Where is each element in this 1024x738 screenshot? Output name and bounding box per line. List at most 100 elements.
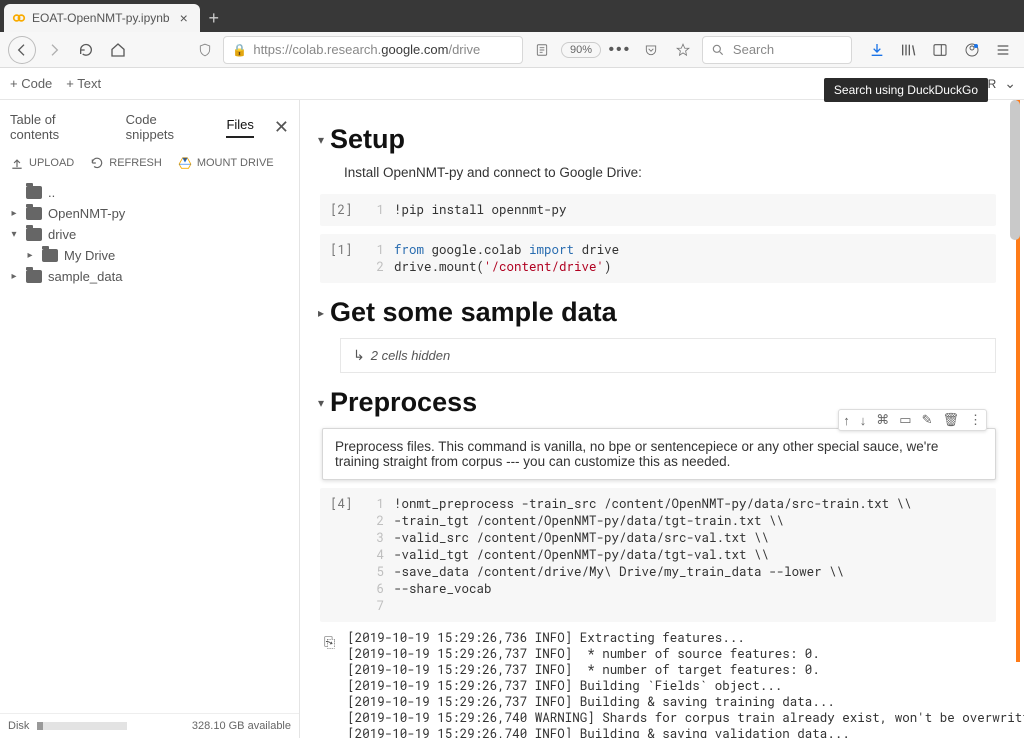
code-cell-1[interactable]: [1] 1from google.colab import drive 2dri… bbox=[320, 234, 996, 283]
code-cell-4[interactable]: [4] 1!onmt_preprocess -train_src /conten… bbox=[320, 488, 996, 622]
bookmark-button[interactable] bbox=[670, 37, 696, 63]
page-actions-button[interactable]: ••• bbox=[607, 37, 633, 63]
reload-button[interactable] bbox=[73, 37, 99, 63]
tree-opennmt[interactable]: ▸OpenNMT-py bbox=[6, 203, 293, 224]
notebook-main[interactable]: ▾ Setup Install OpenNMT-py and connect t… bbox=[300, 100, 1024, 738]
zoom-indicator[interactable]: 90% bbox=[561, 42, 601, 58]
refresh-button[interactable]: REFRESH bbox=[90, 156, 162, 170]
chevron-right-icon[interactable]: ▸ bbox=[24, 250, 36, 261]
folder-icon bbox=[26, 207, 42, 220]
main-scrollbar[interactable] bbox=[1010, 100, 1020, 738]
tab-snippets[interactable]: Code snippets bbox=[126, 112, 207, 142]
hidden-cells-notice[interactable]: ↳ 2 cells hidden bbox=[340, 338, 996, 373]
nav-toolbar: 🔒 https://colab.research.google.com/driv… bbox=[0, 32, 1024, 68]
preprocess-heading: Preprocess bbox=[330, 387, 477, 418]
site-identity-button[interactable] bbox=[192, 37, 218, 63]
file-tree: .. ▸OpenNMT-py ▾drive ▸My Drive ▸sample_… bbox=[0, 180, 299, 289]
folder-icon bbox=[26, 270, 42, 283]
url-text: https://colab.research.google.com/drive bbox=[253, 42, 480, 57]
browser-search-box[interactable]: Search bbox=[702, 36, 852, 64]
search-icon bbox=[711, 43, 725, 57]
browser-tab[interactable]: EOAT-OpenNMT-py.ipynb × bbox=[4, 4, 200, 32]
delete-button[interactable]: 🗑 bbox=[942, 412, 959, 428]
hamburger-icon bbox=[995, 42, 1011, 58]
downloads-button[interactable] bbox=[864, 37, 890, 63]
new-tab-button[interactable]: + bbox=[200, 4, 228, 32]
output-toggle-icon[interactable]: ⎘ bbox=[324, 630, 335, 738]
pocket-icon bbox=[644, 43, 658, 57]
url-bar[interactable]: 🔒 https://colab.research.google.com/driv… bbox=[223, 36, 523, 64]
folder-icon bbox=[42, 249, 58, 262]
star-icon bbox=[676, 43, 690, 57]
code-cell-2[interactable]: [2] 1!pip install opennmt-py bbox=[320, 194, 996, 226]
home-icon bbox=[110, 42, 126, 58]
tree-up[interactable]: .. bbox=[6, 182, 293, 203]
disk-usage-bar bbox=[37, 722, 127, 730]
drive-icon bbox=[178, 156, 192, 170]
link-button[interactable]: ⌘ bbox=[876, 412, 889, 428]
corner-arrow-icon: ↳ bbox=[353, 347, 365, 364]
mount-drive-button[interactable]: MOUNT DRIVE bbox=[178, 156, 274, 170]
menu-button[interactable] bbox=[990, 37, 1016, 63]
download-icon bbox=[869, 42, 885, 58]
home-button[interactable] bbox=[105, 37, 131, 63]
tree-drive[interactable]: ▾drive bbox=[6, 224, 293, 245]
disk-status: Disk 328.10 GB available bbox=[0, 713, 299, 738]
setup-paragraph: Install OpenNMT-py and connect to Google… bbox=[344, 165, 996, 180]
session-menu-button[interactable]: ⌄ bbox=[1004, 75, 1016, 92]
pocket-button[interactable] bbox=[639, 37, 665, 63]
section-sampledata[interactable]: ▸ Get some sample data bbox=[318, 297, 996, 328]
search-placeholder: Search bbox=[733, 42, 774, 57]
collapse-toggle-icon[interactable]: ▾ bbox=[318, 133, 324, 147]
comment-button[interactable]: ▭ bbox=[899, 412, 911, 428]
add-text-button[interactable]: + Text bbox=[66, 76, 101, 91]
sidebar-toggle-button[interactable] bbox=[927, 37, 953, 63]
chevron-right-icon[interactable]: ▸ bbox=[8, 208, 20, 219]
lock-icon: 🔒 bbox=[232, 43, 247, 57]
upload-button[interactable]: UPLOAD bbox=[10, 156, 74, 170]
folder-icon bbox=[26, 228, 42, 241]
tab-strip: EOAT-OpenNMT-py.ipynb × + bbox=[0, 0, 1024, 32]
tab-toc[interactable]: Table of contents bbox=[10, 112, 106, 142]
markdown-cell-preprocess[interactable]: ↑ ↓ ⌘ ▭ ✎ 🗑 ⋮ Preprocess files. This com… bbox=[322, 428, 996, 480]
chevron-down-icon[interactable]: ▾ bbox=[8, 229, 20, 240]
reload-icon bbox=[78, 42, 94, 58]
move-up-button[interactable]: ↑ bbox=[843, 413, 850, 428]
sidebar-icon bbox=[932, 42, 948, 58]
library-button[interactable] bbox=[896, 37, 922, 63]
arrow-left-icon bbox=[14, 42, 30, 58]
cell-toolbar: ↑ ↓ ⌘ ▭ ✎ 🗑 ⋮ bbox=[838, 409, 987, 431]
arrow-right-icon bbox=[46, 42, 62, 58]
reader-icon bbox=[535, 43, 549, 57]
more-button[interactable]: ⋮ bbox=[969, 412, 982, 428]
cell-output: ⎘ [2019-10-19 15:29:26,736 INFO] Extract… bbox=[324, 630, 996, 738]
collapse-toggle-icon[interactable]: ▾ bbox=[318, 396, 324, 410]
section-setup[interactable]: ▾ Setup bbox=[318, 124, 996, 155]
back-button[interactable] bbox=[8, 36, 36, 64]
setup-heading: Setup bbox=[330, 124, 405, 155]
edit-button[interactable]: ✎ bbox=[922, 412, 933, 428]
reader-mode-button[interactable] bbox=[529, 37, 555, 63]
shield-outline-icon bbox=[198, 43, 212, 57]
collapse-toggle-icon[interactable]: ▸ bbox=[318, 306, 324, 320]
tree-mydrive[interactable]: ▸My Drive bbox=[6, 245, 293, 266]
search-tooltip: Search using DuckDuckGo bbox=[824, 78, 988, 102]
connected-label: R bbox=[988, 77, 997, 91]
forward-button[interactable] bbox=[42, 37, 68, 63]
chevron-right-icon[interactable]: ▸ bbox=[8, 271, 20, 282]
tab-files[interactable]: Files bbox=[226, 117, 253, 138]
sidebar: Table of contents Code snippets Files ✕ … bbox=[0, 100, 300, 738]
sampledata-heading: Get some sample data bbox=[330, 297, 617, 328]
colab-favicon-icon bbox=[12, 11, 26, 25]
tree-sampledata[interactable]: ▸sample_data bbox=[6, 266, 293, 287]
library-icon bbox=[900, 42, 916, 58]
sidebar-close-icon[interactable]: ✕ bbox=[274, 117, 289, 138]
move-down-button[interactable]: ↓ bbox=[860, 413, 867, 428]
add-code-button[interactable]: + Code bbox=[10, 76, 52, 91]
upload-icon bbox=[10, 156, 24, 170]
account-icon bbox=[964, 42, 980, 58]
refresh-icon bbox=[90, 156, 104, 170]
tab-close-icon[interactable]: × bbox=[176, 10, 192, 26]
account-button[interactable] bbox=[959, 37, 985, 63]
tab-title: EOAT-OpenNMT-py.ipynb bbox=[32, 11, 170, 25]
